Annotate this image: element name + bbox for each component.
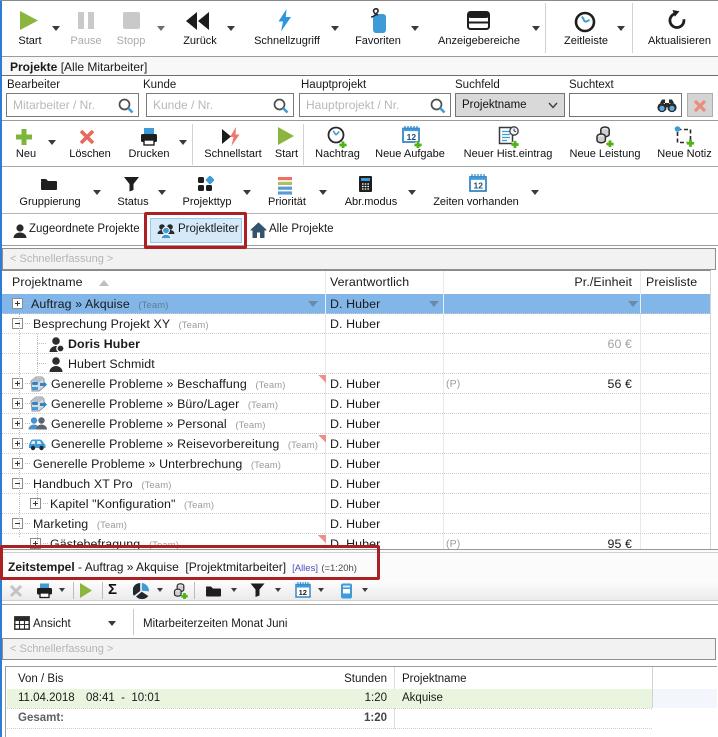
svg-text:12: 12 (407, 132, 417, 142)
svg-text:12: 12 (474, 181, 484, 191)
svg-text:12: 12 (299, 588, 307, 597)
